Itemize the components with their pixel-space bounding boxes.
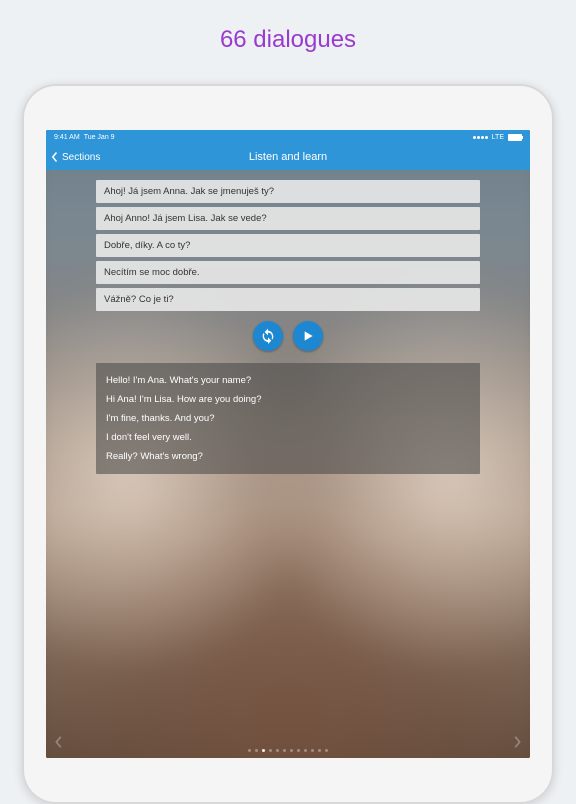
translation-box: Hello! I'm Ana. What's your name? Hi Ana… <box>96 363 480 474</box>
battery-icon <box>508 134 522 141</box>
play-button[interactable] <box>293 321 323 351</box>
status-carrier: LTE <box>492 134 504 141</box>
signal-icon <box>473 136 488 139</box>
dialogue-line[interactable]: Necítím se moc dobře. <box>96 261 480 284</box>
status-bar: 9:41 AM Tue Jan 9 LTE <box>46 130 530 144</box>
page-dot[interactable] <box>248 749 251 752</box>
chevron-right-icon <box>512 735 522 749</box>
play-icon <box>300 328 316 344</box>
content-area: Ahoj! Já jsem Anna. Jak se jmenuješ ty? … <box>46 170 530 474</box>
prev-page-button[interactable] <box>50 731 68 756</box>
page-dot[interactable] <box>276 749 279 752</box>
dialogue-line[interactable]: Ahoj! Já jsem Anna. Jak se jmenuješ ty? <box>96 180 480 203</box>
app-screen: 9:41 AM Tue Jan 9 LTE Sections Listen an… <box>46 130 530 758</box>
repeat-button[interactable] <box>253 321 283 351</box>
translation-line: Really? What's wrong? <box>106 447 470 466</box>
page-dot[interactable] <box>290 749 293 752</box>
dialogue-line[interactable]: Ahoj Anno! Já jsem Lisa. Jak se vede? <box>96 207 480 230</box>
promo-title: 66 dialogues <box>0 0 576 54</box>
nav-title: Listen and learn <box>46 151 530 163</box>
page-dot[interactable] <box>283 749 286 752</box>
translation-line: Hi Ana! I'm Lisa. How are you doing? <box>106 390 470 409</box>
next-page-button[interactable] <box>508 731 526 756</box>
back-label: Sections <box>62 152 100 163</box>
chevron-left-icon <box>50 151 60 163</box>
page-indicator <box>46 749 530 752</box>
translation-line: Hello! I'm Ana. What's your name? <box>106 371 470 390</box>
page-dot[interactable] <box>318 749 321 752</box>
dialogue-line[interactable]: Vážně? Co je ti? <box>96 288 480 311</box>
dialogue-line[interactable]: Dobře, díky. A co ty? <box>96 234 480 257</box>
status-date: Tue Jan 9 <box>84 134 115 141</box>
chevron-left-icon <box>54 735 64 749</box>
page-dot[interactable] <box>304 749 307 752</box>
repeat-icon <box>260 328 276 344</box>
status-time: 9:41 AM <box>54 134 80 141</box>
page-dot[interactable] <box>262 749 265 752</box>
page-dot[interactable] <box>325 749 328 752</box>
translation-line: I don't feel very well. <box>106 428 470 447</box>
page-dot[interactable] <box>269 749 272 752</box>
page-dot[interactable] <box>311 749 314 752</box>
nav-bar: Sections Listen and learn <box>46 144 530 170</box>
translation-line: I'm fine, thanks. And you? <box>106 409 470 428</box>
page-dot[interactable] <box>297 749 300 752</box>
back-button[interactable]: Sections <box>46 151 100 163</box>
tablet-frame: 9:41 AM Tue Jan 9 LTE Sections Listen an… <box>22 84 554 804</box>
page-dot[interactable] <box>255 749 258 752</box>
audio-controls <box>96 321 480 351</box>
